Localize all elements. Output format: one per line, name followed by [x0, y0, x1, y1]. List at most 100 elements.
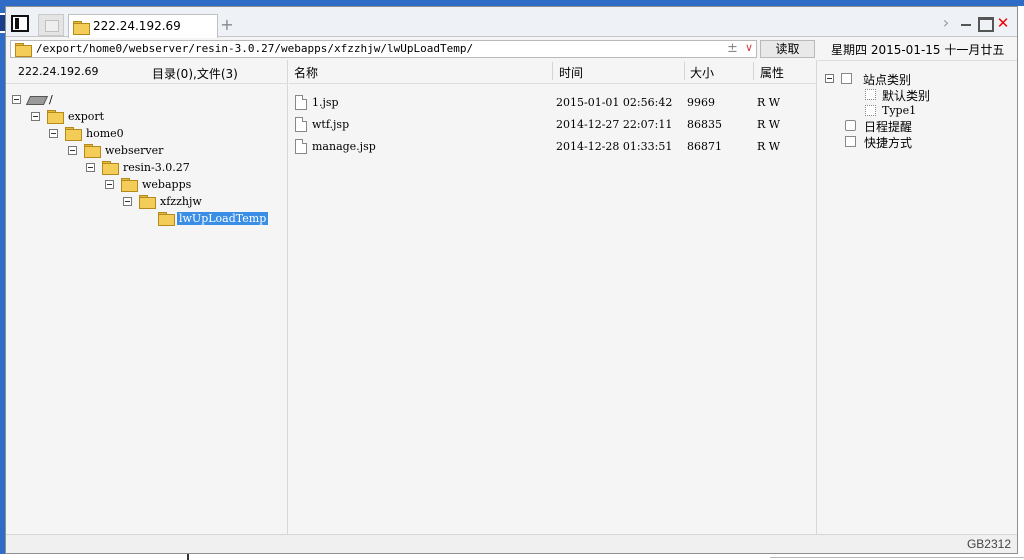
drive-icon: [28, 95, 44, 104]
tree-node-label: export: [68, 110, 105, 123]
schedule-node[interactable]: 日程提醒: [825, 118, 1015, 135]
category-item[interactable]: 默认类别: [825, 87, 1015, 104]
file-manager-window: 222.24.192.69 + › ✕ /export/home0/webser…: [5, 6, 1018, 554]
collapse-icon[interactable]: [31, 112, 40, 121]
collapse-icon[interactable]: [68, 146, 77, 155]
tree-node-label: /: [49, 93, 53, 106]
file-time: 2014-12-28 01:33:51: [556, 140, 673, 153]
collapse-icon[interactable]: [105, 180, 114, 189]
shortcuts-node[interactable]: 快捷方式: [825, 134, 1015, 151]
folder-icon: [73, 21, 90, 35]
collapse-icon[interactable]: [12, 95, 21, 104]
folder-icon: [47, 110, 64, 124]
tree-node[interactable]: home0: [49, 126, 249, 143]
tree-node[interactable]: /: [12, 92, 212, 109]
column-attr[interactable]: 属性: [760, 64, 784, 81]
folder-icon: [158, 212, 175, 226]
category-icon: [841, 73, 852, 84]
divider: [818, 60, 1017, 61]
path-input[interactable]: /export/home0/webserver/resin-3.0.27/web…: [10, 40, 757, 58]
tree-node-label: lwUpLoadTemp: [177, 212, 269, 225]
tab-server[interactable]: 222.24.192.69: [68, 14, 218, 38]
file-list-header: 名称 时间 大小 属性: [289, 60, 817, 84]
server-address: 222.24.192.69: [18, 65, 99, 78]
maximize-button[interactable]: [977, 15, 994, 32]
collapse-icon[interactable]: [49, 129, 58, 138]
path-text: /export/home0/webserver/resin-3.0.27/web…: [36, 42, 474, 55]
sidebar-pane: 星期四 2015-01-15 十一月廿五 站点类别 默认类别 Type1 日程提…: [818, 38, 1017, 534]
next-arrow-icon[interactable]: ›: [939, 15, 953, 31]
tree-node-label: home0: [86, 127, 124, 140]
add-tab-button[interactable]: +: [218, 16, 236, 34]
folder-icon: [65, 127, 82, 141]
encoding-indicator[interactable]: GB2312: [967, 537, 1011, 551]
item-icon: [865, 105, 876, 116]
tree-node-label: xfzzhjw: [160, 195, 202, 208]
file-name: wtf.jsp: [312, 118, 350, 131]
file-time: 2014-12-27 22:07:11: [556, 118, 673, 131]
tree-header: 222.24.192.69 目录(0),文件(3): [6, 60, 288, 84]
column-separator[interactable]: [684, 62, 685, 80]
collapse-icon[interactable]: [825, 74, 834, 83]
site-category-node[interactable]: 站点类别: [825, 71, 1015, 88]
file-attr: R W: [757, 140, 781, 153]
address-bar: /export/home0/webserver/resin-3.0.27/web…: [6, 38, 817, 60]
tree-node[interactable]: webapps: [105, 177, 305, 194]
read-button[interactable]: 读取: [760, 40, 815, 58]
collapse-icon[interactable]: [86, 163, 95, 172]
column-name[interactable]: 名称: [294, 64, 318, 81]
chevron-down-icon[interactable]: ∨: [745, 41, 753, 54]
file-row[interactable]: 1.jsp 2015-01-01 02:56:42 9969 R W: [289, 92, 817, 114]
desktop-bottom-line: [770, 557, 1024, 558]
tab-label: 222.24.192.69: [93, 19, 181, 33]
date-display: 星期四 2015-01-15 十一月廿五: [831, 43, 1005, 57]
item-icon: [865, 89, 876, 100]
close-button[interactable]: ✕: [996, 15, 1010, 31]
status-bar: GB2312: [6, 534, 1017, 553]
column-separator[interactable]: [552, 62, 553, 80]
file-size: 86835: [687, 118, 722, 131]
file-name: 1.jsp: [312, 96, 339, 109]
file-size: 9969: [687, 96, 715, 109]
column-size[interactable]: 大小: [690, 64, 714, 81]
file-size: 86871: [687, 140, 722, 153]
column-time[interactable]: 时间: [559, 64, 583, 81]
clock-icon: [845, 120, 856, 131]
tree-node-label: webserver: [105, 144, 164, 157]
file-icon: [295, 117, 307, 132]
folder-icon: [102, 161, 119, 175]
file-attr: R W: [757, 118, 781, 131]
directory-tree-pane: 222.24.192.69 目录(0),文件(3) / export home0 we…: [6, 60, 288, 534]
tree-node-label: webapps: [142, 178, 192, 191]
shortcuts-label: 快捷方式: [864, 136, 913, 150]
file-row[interactable]: wtf.jsp 2014-12-27 22:07:11 86835 R W: [289, 114, 817, 136]
file-attr: R W: [757, 96, 781, 109]
tab-blank[interactable]: [38, 14, 64, 36]
tree-node-label: resin-3.0.27: [123, 161, 190, 174]
file-time: 2015-01-01 02:56:42: [556, 96, 673, 109]
site-category-label: 站点类别: [863, 73, 912, 87]
sidebar-toggle-icon[interactable]: [11, 15, 29, 32]
column-separator[interactable]: [753, 62, 754, 80]
tree-node[interactable]: resin-3.0.27: [86, 160, 286, 177]
folder-icon: [15, 43, 32, 57]
collapse-icon[interactable]: [123, 197, 132, 206]
folder-icon: [84, 144, 101, 158]
desktop-bottom-tick: [187, 554, 189, 560]
minimize-button[interactable]: [959, 15, 973, 31]
tree-node[interactable]: webserver: [68, 143, 268, 160]
file-list-pane: 名称 时间 大小 属性 1.jsp 2015-01-01 02:56:42 9969…: [289, 60, 817, 534]
directory-file-count: 目录(0),文件(3): [152, 67, 238, 81]
category-item-label: 默认类别: [882, 89, 931, 103]
tree-node[interactable]: export: [31, 109, 231, 126]
folder-icon: [121, 178, 138, 192]
schedule-label: 日程提醒: [864, 120, 913, 134]
tab-bar: 222.24.192.69 + › ✕: [6, 7, 1017, 38]
file-name: manage.jsp: [312, 140, 376, 153]
file-icon: [295, 95, 307, 110]
file-row[interactable]: manage.jsp 2014-12-28 01:33:51 86871 R W: [289, 136, 817, 158]
file-icon: [295, 139, 307, 154]
hand-icon: [845, 136, 856, 147]
add-bookmark-icon[interactable]: ±: [727, 41, 738, 56]
folder-icon: [139, 195, 156, 209]
